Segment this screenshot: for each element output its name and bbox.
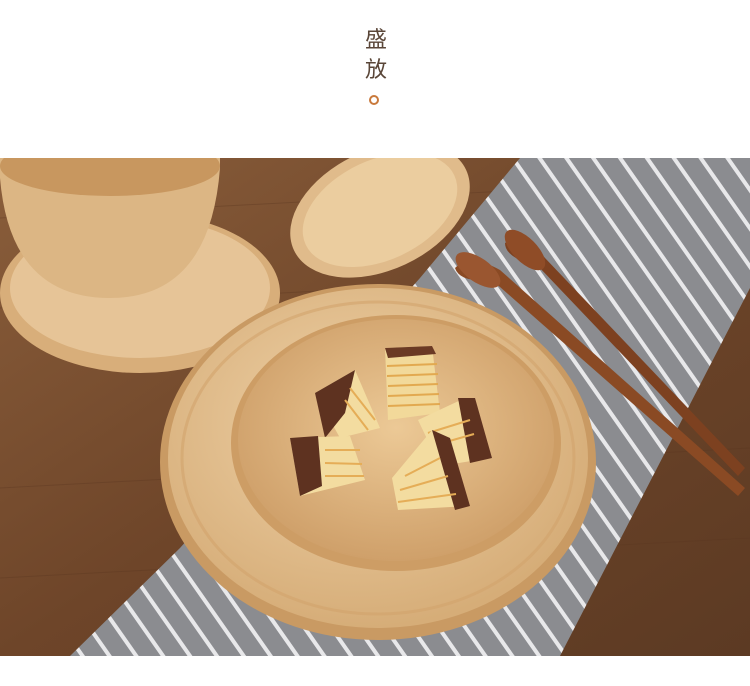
product-photo	[0, 158, 750, 656]
page-header: 盛 放	[0, 0, 750, 158]
title-char-1: 盛	[364, 28, 387, 53]
cake-piece-1	[385, 346, 441, 420]
vertical-title: 盛 放	[362, 26, 390, 86]
page-footer-spacer	[0, 656, 750, 686]
circle-dot-icon	[369, 95, 379, 105]
title-char-2: 放	[364, 58, 387, 83]
photo-illustration	[0, 158, 750, 656]
